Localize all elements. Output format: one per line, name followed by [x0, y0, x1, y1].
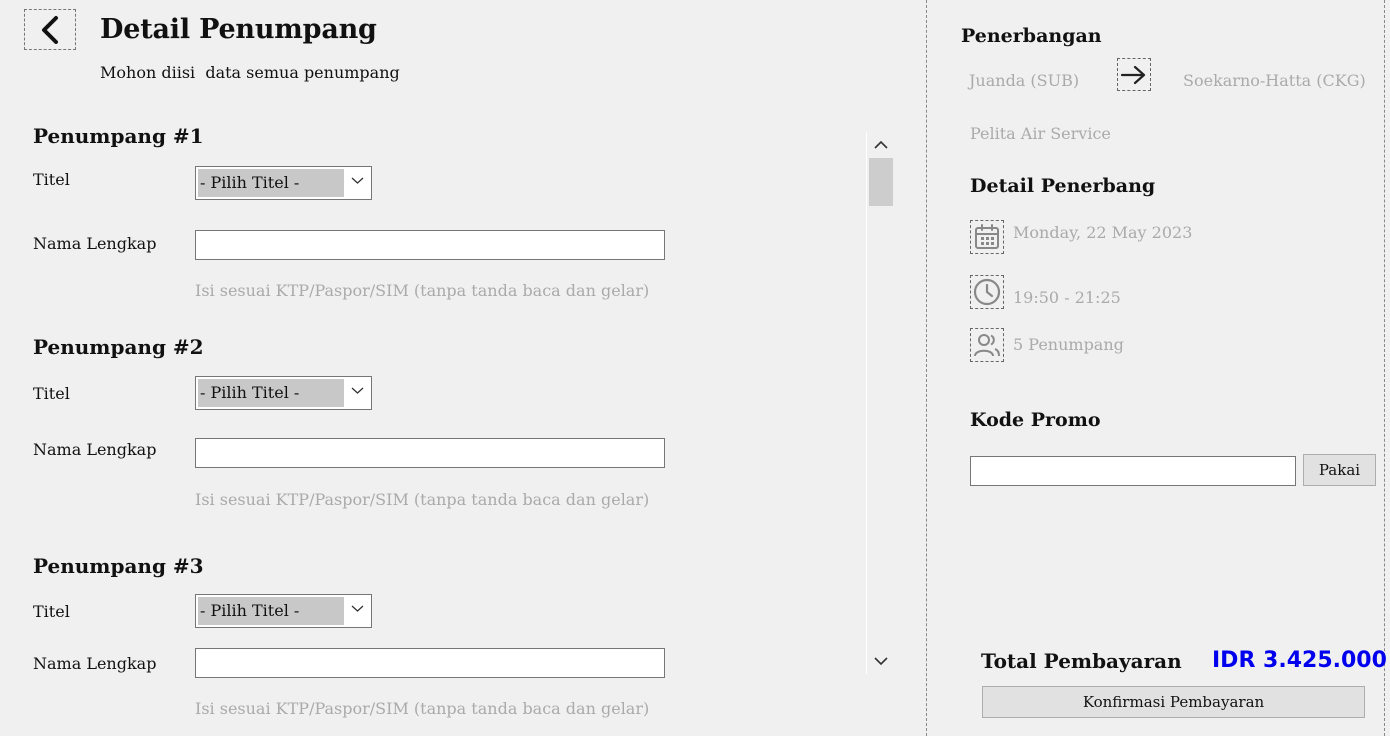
chevron-left-icon [42, 15, 58, 44]
chevron-down-icon [351, 177, 364, 184]
flight-time: 19:50 - 21:25 [1013, 288, 1121, 307]
full-name-hint: Isi sesuai KTP/Paspor/SIM (tanpa tanda b… [195, 699, 650, 718]
full-name-label: Nama Lengkap [33, 234, 157, 253]
chevron-down-icon [351, 387, 364, 394]
title-select[interactable]: - Pilih Titel - [195, 594, 372, 628]
passenger-heading: Penumpang #1 [33, 124, 204, 148]
chevron-down-icon [351, 605, 364, 612]
panel-divider [926, 0, 927, 736]
calendar-icon [970, 220, 1004, 254]
users-icon [970, 328, 1004, 362]
page-title: Detail Penumpang [100, 14, 377, 45]
title-label: Titel [33, 384, 70, 403]
passenger-count: 5 Penumpang [1013, 335, 1124, 354]
airline-name: Pelita Air Service [970, 124, 1111, 143]
scroll-up-arrow-icon[interactable] [874, 140, 888, 150]
scroll-down-arrow-icon[interactable] [874, 656, 888, 666]
apply-promo-button[interactable]: Pakai [1303, 454, 1376, 486]
total-payment-label: Total Pembayaran [981, 649, 1182, 673]
full-name-hint: Isi sesuai KTP/Paspor/SIM (tanpa tanda b… [195, 281, 650, 300]
origin-airport: Juanda (SUB) [969, 71, 1080, 90]
title-select-value: - Pilih Titel - [198, 597, 344, 625]
form-scrollbar[interactable] [866, 132, 894, 674]
title-label: Titel [33, 602, 70, 621]
passenger-heading: Penumpang #2 [33, 335, 204, 359]
full-name-label: Nama Lengkap [33, 654, 157, 673]
page-subtitle: Mohon diisi data semua penumpang [100, 63, 400, 82]
full-name-hint: Isi sesuai KTP/Paspor/SIM (tanpa tanda b… [195, 490, 650, 509]
passenger-form-list: Penumpang #1 Titel - Pilih Titel - Nama … [0, 110, 866, 736]
title-select-value: - Pilih Titel - [198, 169, 344, 197]
title-select-value: - Pilih Titel - [198, 379, 344, 407]
full-name-label: Nama Lengkap [33, 440, 157, 459]
promo-title: Kode Promo [970, 409, 1101, 431]
scroll-thumb[interactable] [869, 158, 893, 206]
confirm-payment-button[interactable]: Konfirmasi Pembayaran [982, 686, 1365, 718]
clock-icon [970, 275, 1004, 309]
destination-airport: Soekarno-Hatta (CKG) [1183, 71, 1366, 90]
flight-detail-title: Detail Penerbang [970, 175, 1156, 197]
flight-section-title: Penerbangan [961, 25, 1102, 47]
flight-date: Monday, 22 May 2023 [1013, 223, 1193, 242]
title-label: Titel [33, 170, 70, 189]
panel-edge [1384, 0, 1385, 736]
arrow-right-icon [1117, 58, 1151, 91]
title-select[interactable]: - Pilih Titel - [195, 166, 372, 200]
full-name-input[interactable] [195, 230, 665, 260]
full-name-input[interactable] [195, 438, 665, 468]
promo-code-input[interactable] [970, 456, 1296, 486]
passenger-heading: Penumpang #3 [33, 554, 204, 578]
total-payment-value: IDR 3.425.000 [1212, 648, 1387, 673]
full-name-input[interactable] [195, 648, 665, 678]
back-button[interactable] [24, 9, 76, 50]
title-select[interactable]: - Pilih Titel - [195, 376, 372, 410]
